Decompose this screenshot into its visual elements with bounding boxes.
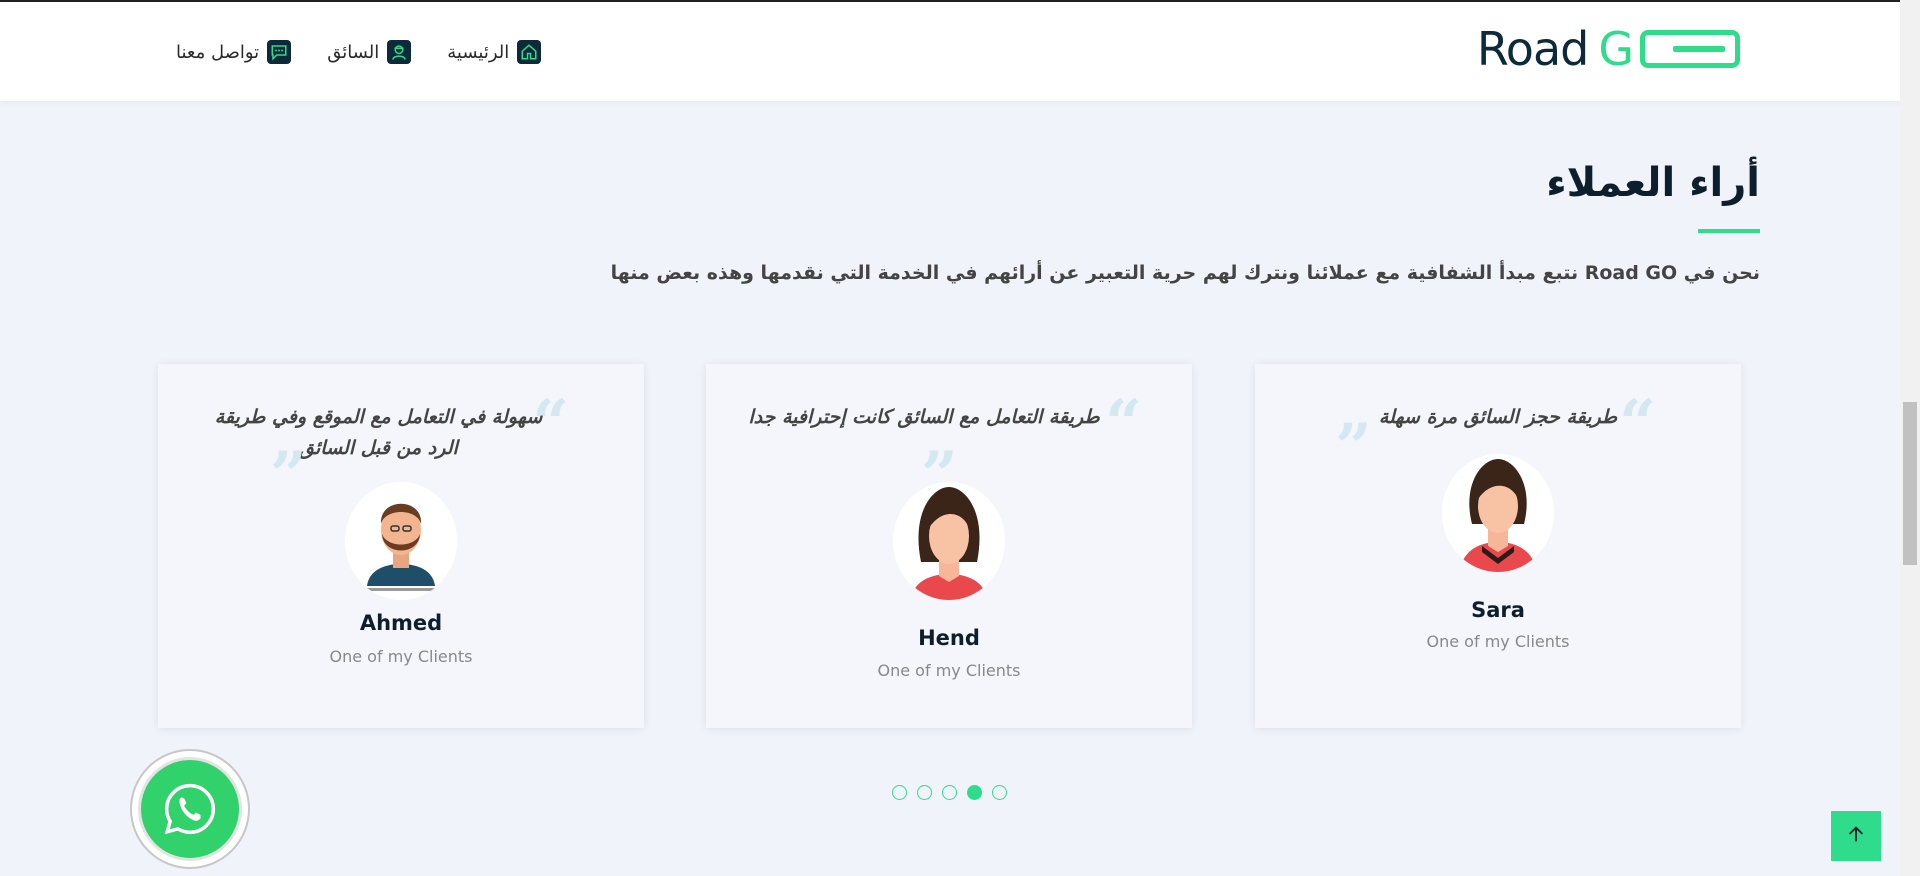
client-role: One of my Clients [329, 647, 473, 666]
testimonial-quote: طريقة حجز السائق مرة سهلة [1378, 406, 1618, 428]
title-underline [1698, 229, 1760, 233]
carousel-pagination [892, 785, 1007, 800]
male-avatar-icon [345, 482, 457, 600]
testimonial-quote: سهولة في التعامل مع الموقع وفي طريقة الر… [214, 406, 543, 459]
nav-item-driver-label: السائق [327, 41, 380, 63]
whatsapp-phone-icon [138, 757, 242, 861]
client-name: Sara [1471, 598, 1525, 622]
testimonial-card-hend: “ طريقة التعامل مع السائق كانت إحترافية … [706, 364, 1192, 728]
whatsapp-button[interactable] [130, 749, 250, 869]
testimonial-quote: طريقة التعامل مع السائق كانت إحترافية جد… [748, 406, 1100, 428]
nav-item-contact-label: تواصل معنا [176, 41, 260, 63]
carousel-dot[interactable] [917, 785, 932, 800]
nav-item-contact[interactable]: تواصل معنا [176, 40, 292, 64]
chat-icon [267, 40, 292, 64]
section-title: أراء العملاء [1546, 160, 1760, 206]
scroll-to-top-button[interactable] [1831, 811, 1881, 861]
carousel-dot-active[interactable] [967, 785, 982, 800]
navbar: Road G الرئيسية السائق تواصل معنا [0, 2, 1900, 101]
client-name: Hend [918, 626, 980, 650]
testimonial-card-ahmed: “ سهولة في التعامل مع الموقع وفي طريقة ا… [158, 364, 644, 728]
logo[interactable]: Road G [1477, 24, 1740, 74]
female-avatar-icon [893, 482, 1005, 600]
quote-close-icon: ” [1335, 410, 1372, 485]
female-avatar-icon [1442, 454, 1554, 572]
driver-icon [387, 40, 412, 64]
testimonial-card-sara: “ طريقة حجز السائق مرة سهلة ” Sara One o… [1255, 364, 1741, 728]
arrow-up-icon [1845, 823, 1867, 849]
home-icon [517, 40, 542, 64]
carousel-dot[interactable] [892, 785, 907, 800]
quote-open-icon: “ [1105, 386, 1142, 461]
scrollbar-thumb[interactable] [1903, 402, 1917, 565]
nav-item-home[interactable]: الرئيسية [447, 40, 542, 64]
nav-menu: الرئيسية السائق تواصل معنا [176, 40, 542, 64]
page-scrollbar[interactable] [1900, 0, 1920, 876]
nav-item-driver[interactable]: السائق [327, 40, 412, 64]
client-role: One of my Clients [1426, 632, 1570, 651]
carousel-dot[interactable] [992, 785, 1007, 800]
client-name: Ahmed [359, 611, 443, 635]
logo-go-text: G [1598, 22, 1634, 76]
logo-o-shape [1640, 30, 1740, 68]
carousel-dot[interactable] [942, 785, 957, 800]
client-role: One of my Clients [877, 661, 1021, 680]
nav-item-home-label: الرئيسية [447, 41, 510, 63]
logo-road-text: Road [1476, 22, 1589, 76]
section-description: نحن في Road GO نتبع مبدأ الشفافية مع عمل… [610, 262, 1760, 284]
quote-close-icon: ” [270, 438, 307, 513]
